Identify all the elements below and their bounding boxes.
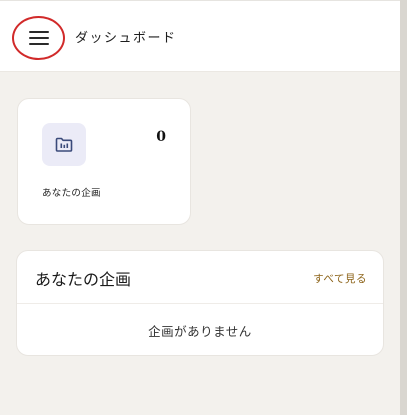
dashboard-page: ダッシュボード 0 あなたの企画 あなたの企画 すべて見る 企画がありません [0, 0, 407, 415]
plans-stat-card[interactable]: 0 あなたの企画 [17, 98, 191, 225]
folder-chart-icon [42, 123, 86, 166]
plans-count: 0 [156, 129, 166, 145]
page-title: ダッシュボード [75, 31, 177, 46]
empty-state-message: 企画がありません [148, 324, 252, 339]
see-all-link[interactable]: すべて見る [313, 271, 367, 286]
scrollbar-edge [400, 0, 407, 415]
panel-title: あなたの企画 [35, 270, 132, 289]
top-bar: ダッシュボード [0, 0, 400, 72]
menu-button[interactable] [12, 16, 65, 60]
panel-header: あなたの企画 すべて見る [17, 251, 383, 304]
hamburger-menu-icon [28, 30, 49, 46]
your-plans-panel: あなたの企画 すべて見る 企画がありません [16, 250, 384, 356]
plans-stat-label: あなたの企画 [42, 188, 101, 199]
